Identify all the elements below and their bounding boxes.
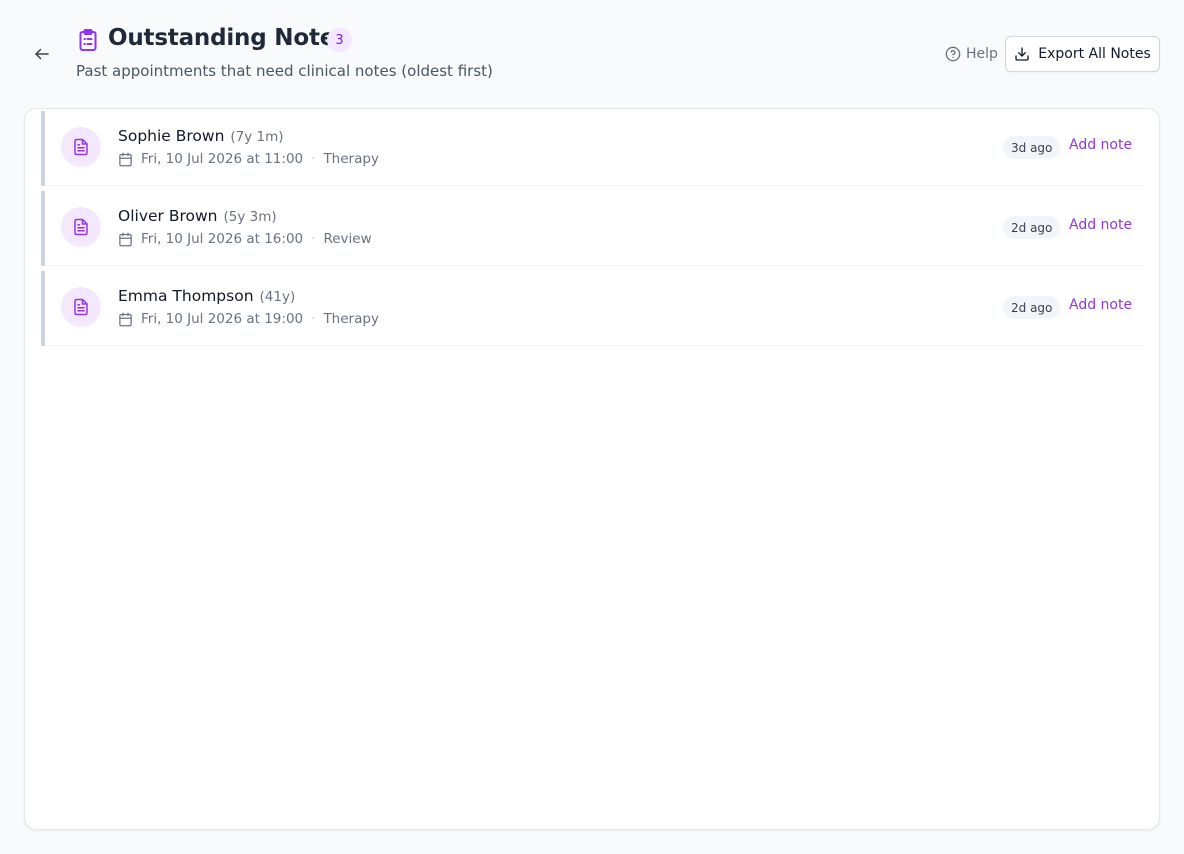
appointment-datetime: Fri, 10 Jul 2026 at 16:00 bbox=[141, 231, 304, 247]
appointment-type: Review bbox=[323, 231, 372, 247]
clipboard-list-icon bbox=[79, 29, 97, 51]
patient-name: Emma Thompson (41y) bbox=[118, 287, 295, 305]
row-accent-bar bbox=[41, 271, 45, 346]
export-all-notes-button[interactable]: Export All Notes bbox=[1005, 36, 1160, 72]
page-header: Outstanding Notes 3 Past appointments th… bbox=[0, 0, 1184, 108]
export-label: Export All Notes bbox=[1038, 46, 1151, 62]
separator-dot: · bbox=[311, 311, 316, 327]
file-text-icon bbox=[74, 298, 88, 316]
appointment-meta: Fri, 10 Jul 2026 at 19:00 · Therapy bbox=[118, 310, 379, 328]
note-icon-wrapper bbox=[61, 127, 101, 167]
add-note-link[interactable]: Add note bbox=[1069, 297, 1132, 317]
arrow-left-icon bbox=[35, 48, 49, 60]
page-title: Outstanding Notes bbox=[108, 25, 349, 51]
add-note-link[interactable]: Add note bbox=[1069, 217, 1132, 237]
patient-name-text: Emma Thompson bbox=[118, 287, 254, 305]
help-label: Help bbox=[966, 46, 998, 62]
file-text-icon bbox=[74, 218, 88, 236]
add-note-link[interactable]: Add note bbox=[1069, 137, 1132, 157]
note-icon-wrapper bbox=[61, 287, 101, 327]
appointment-meta: Fri, 10 Jul 2026 at 11:00 · Therapy bbox=[118, 150, 379, 168]
calendar-icon bbox=[119, 312, 132, 326]
appointments-panel: Sophie Brown (7y 1m) Fri, 10 Jul 2026 at … bbox=[24, 108, 1160, 830]
note-icon-wrapper bbox=[61, 207, 101, 247]
appointment-row[interactable]: Emma Thompson (41y) Fri, 10 Jul 2026 at 1… bbox=[41, 269, 1145, 346]
page-subtitle: Past appointments that need clinical not… bbox=[76, 62, 493, 80]
help-circle-icon bbox=[945, 46, 961, 62]
help-link[interactable]: Help bbox=[945, 44, 998, 64]
calendar-icon bbox=[119, 232, 132, 246]
row-accent-bar bbox=[41, 111, 45, 186]
appointment-type: Therapy bbox=[323, 151, 379, 167]
time-ago-badge: 2d ago bbox=[1003, 216, 1061, 239]
time-ago-badge: 2d ago bbox=[1003, 296, 1061, 319]
file-text-icon bbox=[74, 138, 88, 156]
row-accent-bar bbox=[41, 191, 45, 266]
appointment-row[interactable]: Sophie Brown (7y 1m) Fri, 10 Jul 2026 at … bbox=[41, 109, 1145, 186]
appointment-datetime: Fri, 10 Jul 2026 at 19:00 bbox=[141, 311, 304, 327]
patient-name-text: Oliver Brown bbox=[118, 207, 218, 225]
patient-name: Sophie Brown (7y 1m) bbox=[118, 127, 284, 145]
patient-age: (7y 1m) bbox=[230, 129, 284, 145]
appointment-meta: Fri, 10 Jul 2026 at 16:00 · Review bbox=[118, 230, 372, 248]
separator-dot: · bbox=[311, 151, 316, 167]
appointment-type: Therapy bbox=[323, 311, 379, 327]
patient-name-text: Sophie Brown bbox=[118, 127, 225, 145]
time-ago-badge: 3d ago bbox=[1003, 136, 1061, 159]
patient-age: (41y) bbox=[259, 289, 296, 305]
count-badge: 3 bbox=[327, 28, 352, 52]
patient-name: Oliver Brown (5y 3m) bbox=[118, 207, 277, 225]
patient-age: (5y 3m) bbox=[223, 209, 277, 225]
appointment-row[interactable]: Oliver Brown (5y 3m) Fri, 10 Jul 2026 at … bbox=[41, 189, 1145, 266]
appointment-datetime: Fri, 10 Jul 2026 at 11:00 bbox=[141, 151, 304, 167]
back-button[interactable] bbox=[30, 42, 54, 66]
separator-dot: · bbox=[311, 231, 316, 247]
download-icon bbox=[1015, 47, 1029, 61]
calendar-icon bbox=[119, 152, 132, 166]
